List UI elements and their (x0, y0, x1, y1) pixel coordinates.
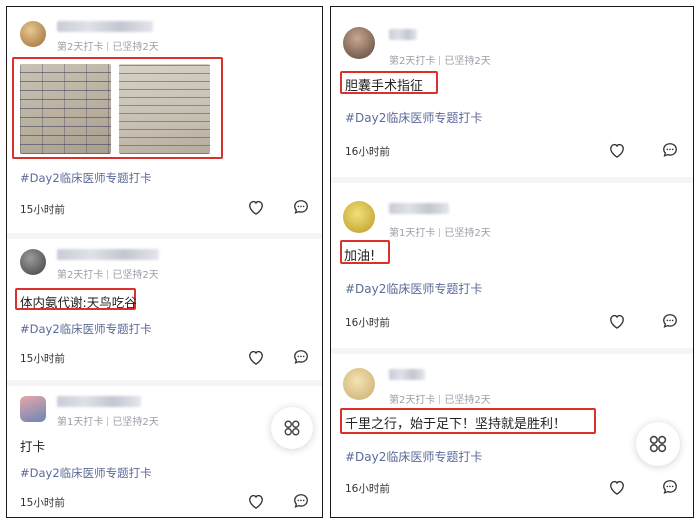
checkin-day: 第2天打卡 (389, 56, 436, 67)
heart-outline-icon[interactable] (607, 477, 627, 497)
checkin-streak: 已坚持2天 (444, 56, 491, 67)
avatar[interactable] (343, 368, 375, 400)
avatar[interactable] (343, 201, 375, 233)
username-blurred[interactable] (389, 29, 417, 40)
post-card: 第2天打卡 已坚持2天 胆囊手术指征 #Day2临床医师专题打卡 16小时前 (331, 7, 693, 177)
avatar[interactable] (20, 249, 46, 275)
four-petal-menu-icon (649, 435, 667, 453)
comment-bubble-icon[interactable] (291, 197, 311, 217)
comment-bubble-icon[interactable] (291, 491, 311, 511)
heart-outline-icon[interactable] (246, 197, 266, 217)
four-petal-menu-icon (284, 420, 300, 436)
post-time: 15小时前 (20, 353, 65, 365)
post-content: 打卡 (20, 439, 46, 454)
username-blurred[interactable] (389, 203, 449, 214)
post-content: 加油! (344, 249, 376, 264)
comment-bubble-icon[interactable] (660, 477, 680, 497)
comment-bubble-icon[interactable] (660, 140, 680, 160)
topic-tag[interactable]: #Day2临床医师专题打卡 (20, 321, 152, 337)
username-blurred[interactable] (57, 249, 159, 260)
post-card: 第1天打卡 已坚持2天 加油! #Day2临床医师专题打卡 16小时前 (331, 183, 693, 348)
avatar[interactable] (343, 27, 375, 59)
checkin-streak: 已坚持2天 (444, 228, 491, 239)
username-blurred[interactable] (57, 21, 153, 32)
floating-menu-button[interactable] (271, 407, 313, 449)
avatar[interactable] (20, 21, 46, 47)
topic-tag[interactable]: #Day2临床医师专题打卡 (345, 109, 482, 126)
checkin-meta: 第1天打卡 已坚持2天 (57, 413, 159, 428)
post-time: 15小时前 (20, 497, 65, 509)
checkin-meta: 第1天打卡 已坚持2天 (389, 224, 491, 239)
left-feed-panel: 第2天打卡 已坚持2天 #Day2临床医师专题打卡 15小时前 第2天打卡 已坚持2… (6, 6, 323, 518)
checkin-day: 第2天打卡 (57, 270, 104, 281)
floating-menu-button[interactable] (636, 422, 680, 466)
heart-outline-icon[interactable] (607, 311, 627, 331)
checkin-streak: 已坚持2天 (112, 270, 159, 281)
post-card: 第2天打卡 已坚持2天 体内氨代谢:天鸟吃谷 #Day2临床医师专题打卡 15小时… (7, 239, 322, 382)
heart-outline-icon[interactable] (246, 347, 266, 367)
checkin-day: 第2天打卡 (389, 395, 436, 406)
post-content: 体内氨代谢:天鸟吃谷 (20, 295, 137, 310)
post-card: 第1天打卡 已坚持2天 打卡 #Day2临床医师专题打卡 15小时前 (7, 386, 322, 517)
username-blurred[interactable] (57, 396, 141, 407)
attached-photo[interactable] (119, 64, 210, 154)
comment-bubble-icon[interactable] (291, 347, 311, 367)
avatar[interactable] (20, 396, 46, 422)
comment-bubble-icon[interactable] (660, 311, 680, 331)
right-feed-panel: 第2天打卡 已坚持2天 胆囊手术指征 #Day2临床医师专题打卡 16小时前 第1… (330, 6, 694, 518)
post-content: 胆囊手术指征 (345, 79, 424, 94)
checkin-meta: 第2天打卡 已坚持2天 (57, 38, 159, 53)
topic-tag[interactable]: #Day2临床医师专题打卡 (345, 448, 482, 465)
post-content: 千里之行，始于足下！坚持就是胜利！ (345, 417, 567, 432)
heart-outline-icon[interactable] (246, 491, 266, 511)
post-time: 15小时前 (20, 204, 65, 216)
checkin-day: 第1天打卡 (389, 228, 436, 239)
topic-tag[interactable]: #Day2临床医师专题打卡 (20, 465, 152, 481)
topic-tag[interactable]: #Day2临床医师专题打卡 (20, 170, 152, 186)
post-card: 第2天打卡 已坚持2天 #Day2临床医师专题打卡 15小时前 (7, 7, 322, 235)
checkin-meta: 第2天打卡 已坚持2天 (389, 391, 491, 406)
checkin-meta: 第2天打卡 已坚持2天 (389, 52, 491, 67)
checkin-day: 第2天打卡 (57, 42, 104, 53)
attached-photo[interactable] (20, 64, 111, 154)
checkin-streak: 已坚持2天 (112, 417, 159, 428)
username-blurred[interactable] (389, 369, 425, 380)
checkin-day: 第1天打卡 (57, 417, 104, 428)
checkin-streak: 已坚持2天 (112, 42, 159, 53)
topic-tag[interactable]: #Day2临床医师专题打卡 (345, 280, 482, 297)
checkin-meta: 第2天打卡 已坚持2天 (57, 266, 159, 281)
checkin-streak: 已坚持2天 (444, 395, 491, 406)
post-time: 16小时前 (345, 483, 390, 495)
heart-outline-icon[interactable] (607, 140, 627, 160)
post-time: 16小时前 (345, 146, 390, 158)
post-time: 16小时前 (345, 317, 390, 329)
